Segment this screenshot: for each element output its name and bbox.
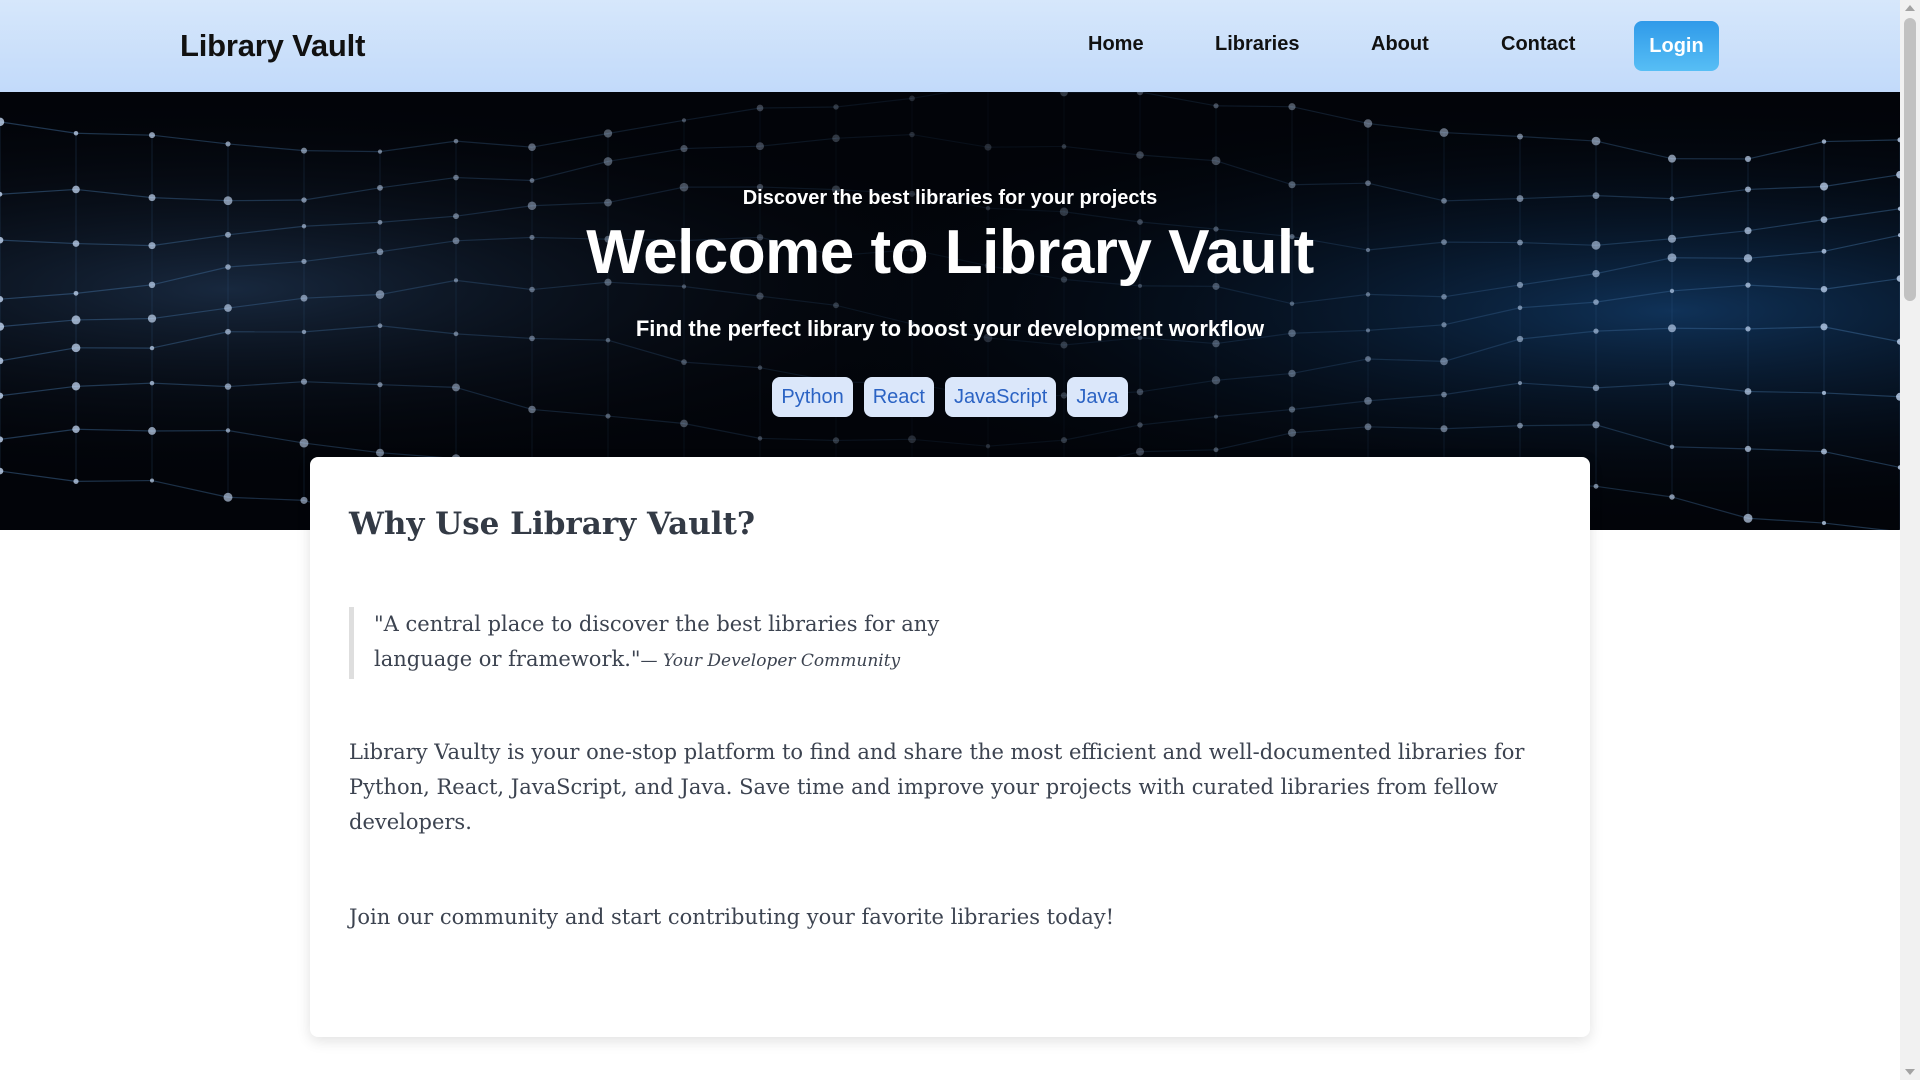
- why-use-card: Why Use Library Vault? "A central place …: [310, 457, 1590, 1037]
- hero-kicker: Discover the best libraries for your pro…: [742, 187, 1158, 209]
- brand-logo-text[interactable]: Library Vault: [180, 28, 365, 64]
- tag-javascript[interactable]: JavaScript: [944, 377, 1057, 417]
- nav-link-about[interactable]: About: [1371, 33, 1429, 56]
- description-paragraph: Library Vaulty is your one-stop platform…: [349, 740, 1525, 834]
- tag-react[interactable]: React: [863, 377, 934, 417]
- page-scrollbar[interactable]: [1900, 0, 1920, 1080]
- card-title: Why Use Library Vault?: [349, 506, 756, 542]
- language-tag-list: Python React JavaScript Java: [0, 377, 1900, 417]
- page: Library Vault Home Libraries About Conta…: [0, 0, 1920, 1080]
- hero-subtitle: Find the perfect library to boost your d…: [635, 316, 1265, 341]
- quote-attribution: — Your Developer Community: [640, 651, 901, 671]
- login-button[interactable]: Login: [1634, 21, 1719, 71]
- nav-link-contact[interactable]: Contact: [1501, 33, 1575, 56]
- scroll-up-arrow-icon[interactable]: [1905, 5, 1915, 11]
- call-to-action-paragraph: Join our community and start contributin…: [349, 905, 1115, 929]
- scroll-down-arrow-icon[interactable]: [1905, 1069, 1915, 1075]
- community-quote: "A central place to discover the best li…: [349, 607, 969, 679]
- top-navbar: Library Vault Home Libraries About Conta…: [0, 0, 1900, 92]
- hero-title: Welcome to Library Vault: [586, 218, 1314, 287]
- nav-link-libraries[interactable]: Libraries: [1215, 33, 1299, 56]
- tag-python[interactable]: Python: [772, 377, 853, 417]
- tag-java[interactable]: Java: [1067, 377, 1128, 417]
- scrollbar-thumb[interactable]: [1904, 18, 1916, 301]
- nav-link-home[interactable]: Home: [1088, 33, 1144, 56]
